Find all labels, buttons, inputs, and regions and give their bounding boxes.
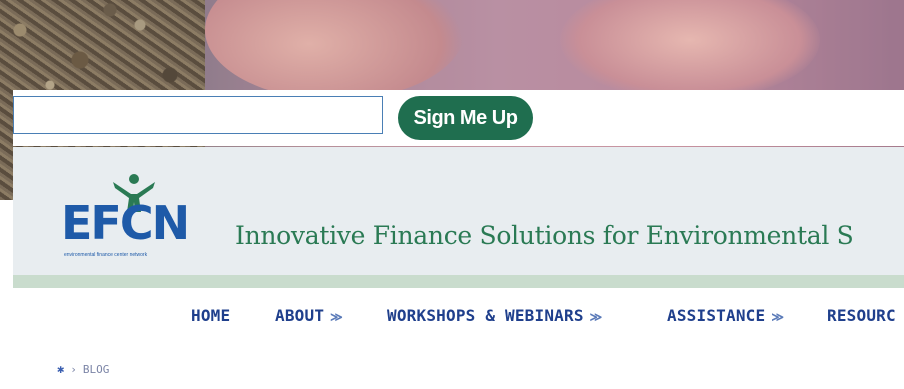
nav-item-about[interactable]: ABOUT ≫ <box>275 306 343 325</box>
breadcrumb-separator: › <box>70 363 77 376</box>
nav-item-workshops-webinars[interactable]: WORKSHOPS & WEBINARS ≫ <box>387 306 602 325</box>
nav-item-label: HOME <box>191 306 231 325</box>
logo-wordmark: EFCN <box>61 196 190 250</box>
logo-subtext: environmental finance center network <box>64 252 148 258</box>
home-icon[interactable]: ✱ <box>57 362 64 376</box>
newsletter-signup: Sign Me Up <box>13 90 904 146</box>
nav-item-assistance[interactable]: ASSISTANCE ≫ <box>667 306 784 325</box>
chevron-down-icon: ≫ <box>330 310 343 324</box>
nav-item-label: RESOURC <box>827 306 896 325</box>
signup-email-input[interactable] <box>13 96 383 134</box>
nav-item-resources[interactable]: RESOURC <box>827 306 896 325</box>
nav-item-label: ABOUT <box>275 306 325 325</box>
main-nav: HOME ABOUT ≫ WORKSHOPS & WEBINARS ≫ ASSIST… <box>0 300 904 334</box>
breadcrumb-current: BLOG <box>82 363 110 376</box>
nav-item-label: WORKSHOPS & WEBINARS <box>387 306 584 325</box>
sign-me-up-button[interactable]: Sign Me Up <box>398 96 533 140</box>
chevron-down-icon: ≫ <box>771 310 785 324</box>
site-header: EFCN environmental finance center networ… <box>13 147 904 275</box>
efcn-logo[interactable]: EFCN environmental finance center networ… <box>61 172 201 262</box>
breadcrumb: ✱ › BLOG <box>57 362 109 376</box>
chevron-down-icon: ≫ <box>589 310 603 324</box>
nav-item-label: ASSISTANCE <box>667 306 766 325</box>
header-divider <box>13 275 904 288</box>
site-tagline: Innovative Finance Solutions for Environ… <box>235 221 854 250</box>
nav-item-home[interactable]: HOME <box>191 306 230 325</box>
